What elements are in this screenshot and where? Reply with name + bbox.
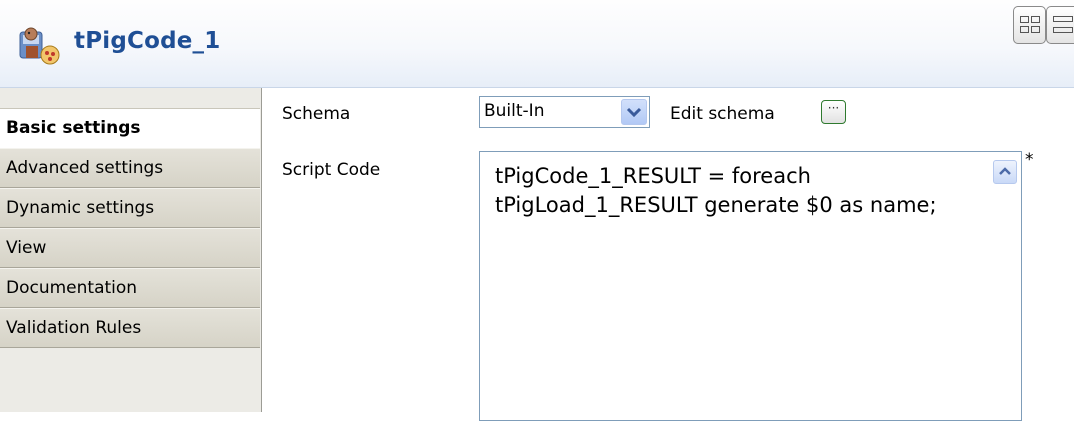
settings-sidebar: Basic settings Advanced settings Dynamic… xyxy=(0,88,262,412)
grid-layout-button[interactable] xyxy=(1013,6,1046,44)
required-marker: * xyxy=(1025,150,1034,170)
edit-schema-label: Edit schema xyxy=(670,104,775,124)
script-code-textarea[interactable]: tPigCode_1_RESULT = foreach tPigLoad_1_R… xyxy=(479,151,1022,421)
tab-dynamic-settings[interactable]: Dynamic settings xyxy=(0,188,260,228)
tab-documentation[interactable]: Documentation xyxy=(0,268,260,308)
component-header: tPigCode_1 xyxy=(0,0,1074,88)
code-line: tPigCode_1_RESULT = foreach xyxy=(495,164,811,188)
script-code-label: Script Code xyxy=(282,160,381,180)
tab-advanced-settings[interactable]: Advanced settings xyxy=(0,148,260,188)
chevron-down-icon[interactable] xyxy=(621,99,647,125)
schema-value: Built-In xyxy=(484,101,545,121)
schema-label: Schema xyxy=(282,104,351,124)
tab-validation-rules[interactable]: Validation Rules xyxy=(0,308,260,348)
edit-schema-button[interactable]: ··· xyxy=(821,100,846,124)
list-layout-button[interactable] xyxy=(1046,6,1074,44)
tab-view[interactable]: View xyxy=(0,228,260,268)
component-title: tPigCode_1 xyxy=(74,28,221,54)
scroll-up-icon[interactable] xyxy=(993,160,1017,184)
code-line: tPigLoad_1_RESULT generate $0 as name; xyxy=(495,193,937,217)
tab-basic-settings[interactable]: Basic settings xyxy=(0,108,260,148)
pig-component-icon xyxy=(18,26,62,66)
schema-select[interactable]: Built-In xyxy=(479,96,650,128)
